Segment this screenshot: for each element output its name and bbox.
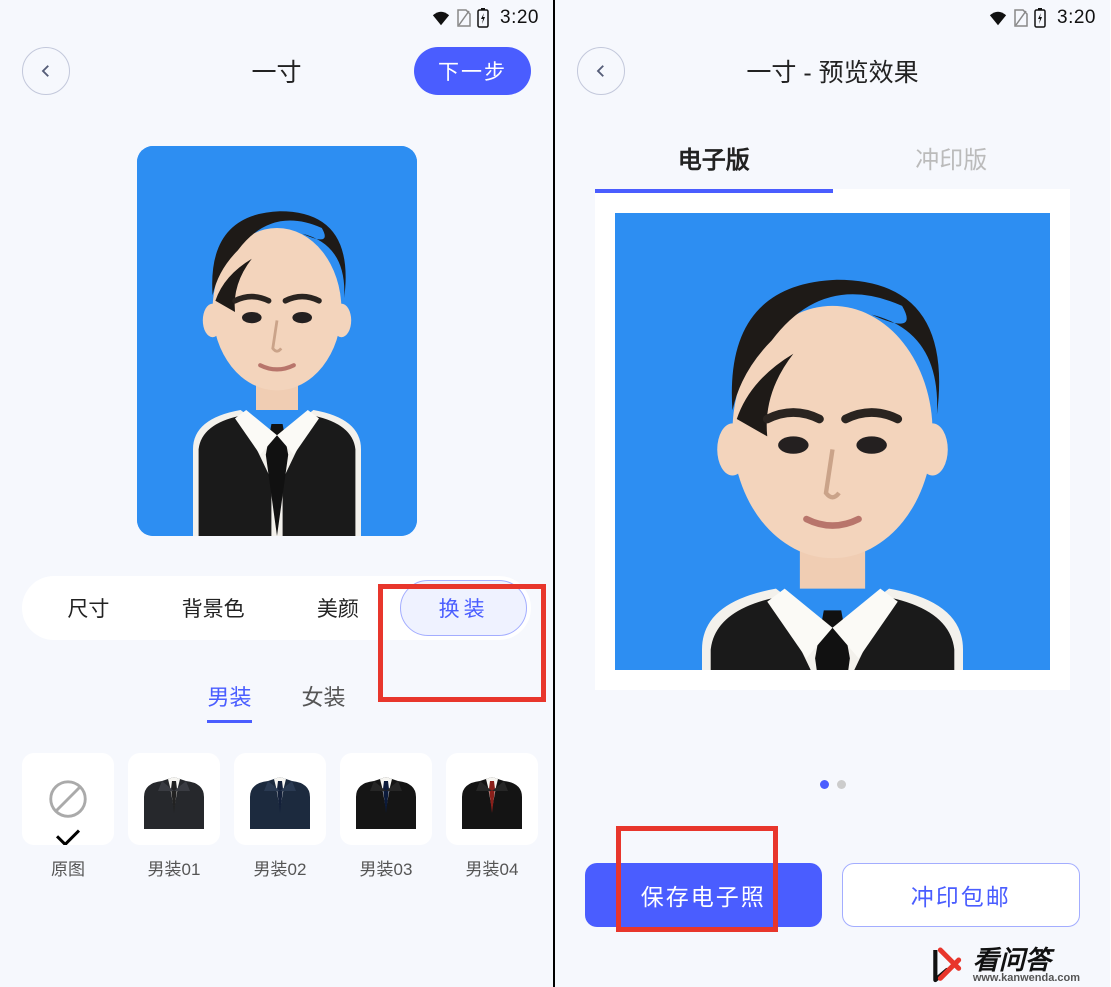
print-ship-button[interactable]: 冲印包邮 — [842, 863, 1081, 927]
wifi-icon — [430, 9, 452, 27]
outfit-label: 男装02 — [234, 855, 326, 880]
dot-1 — [820, 780, 829, 789]
action-buttons: 保存电子照 冲印包邮 — [555, 863, 1110, 927]
preview-image — [615, 213, 1050, 670]
header: 一寸 下一步 — [0, 36, 553, 106]
battery-icon — [1033, 7, 1047, 29]
preview-card — [595, 189, 1070, 690]
gender-male-tab[interactable]: 男装 — [207, 680, 251, 723]
wifi-icon — [987, 9, 1009, 27]
status-time: 3:20 — [500, 7, 539, 29]
dot-2 — [837, 780, 846, 789]
photo-preview — [137, 146, 417, 536]
status-time: 3:20 — [1057, 7, 1096, 29]
sim-icon — [456, 8, 472, 28]
statusbar: 3:20 — [0, 0, 553, 36]
gender-female-tab[interactable]: 女装 — [302, 680, 346, 723]
outfit-male-02[interactable]: 男装02 — [234, 753, 326, 880]
back-button[interactable] — [577, 47, 625, 95]
preview-tab-print[interactable]: 冲印版 — [833, 126, 1071, 189]
none-icon — [45, 776, 91, 822]
watermark-title: 看问答 — [973, 947, 1080, 973]
watermark-icon — [927, 945, 967, 985]
battery-icon — [476, 7, 490, 29]
gender-tabs: 男装 女装 — [0, 680, 553, 723]
save-digital-button[interactable]: 保存电子照 — [585, 863, 822, 927]
preview-tab-digital[interactable]: 电子版 — [595, 126, 833, 189]
next-button[interactable]: 下一步 — [414, 47, 531, 95]
outfit-male-01[interactable]: 男装01 — [128, 753, 220, 880]
page-indicator — [555, 780, 1110, 789]
outfit-label: 男装01 — [128, 855, 220, 880]
editor-screen: 3:20 一寸 下一步 尺寸 背景色 美颜 换装 男装 女装 — [0, 0, 555, 987]
outfit-original[interactable]: 原图 — [22, 753, 114, 880]
tool-outfit[interactable]: 换装 — [400, 580, 527, 636]
statusbar: 3:20 — [555, 0, 1110, 36]
tool-tabs: 尺寸 背景色 美颜 换装 — [22, 576, 531, 640]
outfit-label: 男装03 — [340, 855, 432, 880]
watermark-url: www.kanwenda.com — [973, 973, 1080, 984]
outfit-male-04[interactable]: 男装04 — [446, 753, 538, 880]
tool-size[interactable]: 尺寸 — [26, 580, 151, 636]
sim-icon — [1013, 8, 1029, 28]
outfit-list[interactable]: 原图 男装01 男装02 男装03 男装04 — [0, 723, 553, 880]
preview-screen: 3:20 一寸 - 预览效果 电子版 冲印版 保存电子照 冲印包邮 — [555, 0, 1110, 987]
preview-tabs: 电子版 冲印版 — [595, 126, 1070, 189]
outfit-male-03[interactable]: 男装03 — [340, 753, 432, 880]
outfit-label: 男装04 — [446, 855, 538, 880]
page-title: 一寸 - 预览效果 — [555, 53, 1110, 89]
tool-beauty[interactable]: 美颜 — [276, 580, 401, 636]
back-button[interactable] — [22, 47, 70, 95]
header: 一寸 - 预览效果 — [555, 36, 1110, 106]
outfit-label: 原图 — [22, 855, 114, 880]
tool-bgcolor[interactable]: 背景色 — [151, 580, 276, 636]
watermark: 看问答 www.kanwenda.com — [927, 945, 1080, 985]
